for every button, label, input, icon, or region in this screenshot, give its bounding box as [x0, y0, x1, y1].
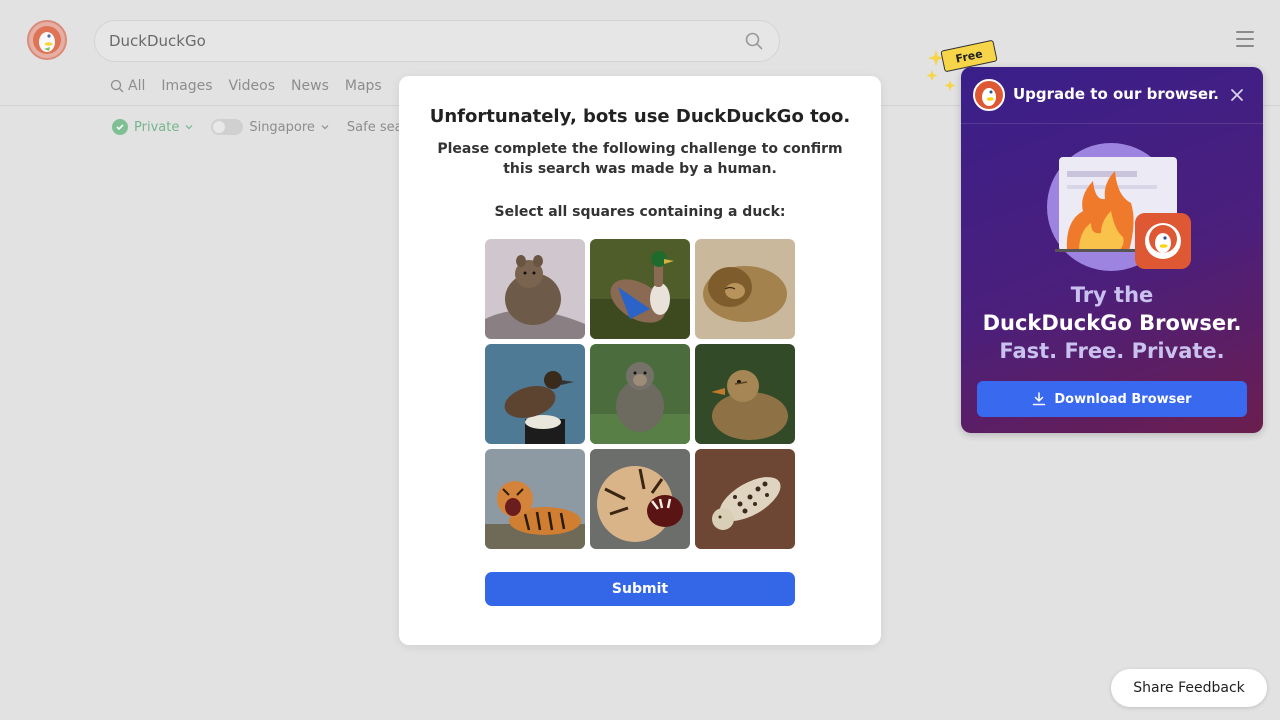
- captcha-title: Unfortunately, bots use DuckDuckGo too.: [429, 106, 851, 127]
- search-tabs: All Images Videos News Maps: [110, 78, 382, 94]
- download-icon: [1033, 392, 1046, 406]
- search-icon[interactable]: [743, 30, 765, 52]
- private-label: Private: [134, 119, 180, 135]
- duckduckgo-logo-icon: [973, 79, 1005, 111]
- captcha-tile-monkey[interactable]: [590, 344, 690, 444]
- captcha-tile-sleeping-lion[interactable]: [695, 239, 795, 339]
- tab-all[interactable]: All: [110, 78, 145, 94]
- captcha-tile-mallard-duck[interactable]: [590, 239, 690, 339]
- hamburger-menu-icon[interactable]: [1236, 31, 1254, 47]
- captcha-tile-duck-on-post[interactable]: [485, 344, 585, 444]
- captcha-tile-leopard[interactable]: [695, 449, 795, 549]
- captcha-tile-yawning-tiger[interactable]: [485, 449, 585, 549]
- duck-logo-icon: [33, 26, 61, 54]
- captcha-tile-roaring-tiger[interactable]: [590, 449, 690, 549]
- search-filters: Private Singapore Safe search: [112, 119, 423, 135]
- close-icon[interactable]: [1227, 85, 1247, 105]
- promo-headline-3: Fast. Free. Private.: [999, 339, 1225, 363]
- promo-headline-2: DuckDuckGo Browser.: [982, 311, 1242, 335]
- submit-button[interactable]: Submit: [485, 572, 795, 606]
- captcha-grid: [485, 239, 795, 549]
- search-icon: [110, 79, 124, 93]
- promo-title: Upgrade to our browser.: [1013, 85, 1219, 103]
- tab-label: News: [291, 78, 329, 94]
- check-circle-icon: [112, 119, 128, 135]
- tab-news[interactable]: News: [291, 78, 329, 94]
- tab-maps[interactable]: Maps: [345, 78, 382, 94]
- chevron-down-icon: [321, 125, 329, 130]
- captcha-modal: Unfortunately, bots use DuckDuckGo too. …: [399, 76, 881, 645]
- private-filter[interactable]: Private: [112, 119, 193, 135]
- tab-images[interactable]: Images: [161, 78, 212, 94]
- browser-promo-panel: Upgrade to our browser. Try the DuckDuck…: [961, 67, 1263, 433]
- captcha-instruction: Select all squares containing a duck:: [494, 204, 786, 220]
- promo-header: Upgrade to our browser.: [961, 67, 1263, 124]
- region-filter[interactable]: Singapore: [211, 119, 329, 135]
- share-feedback-button[interactable]: Share Feedback: [1111, 669, 1267, 707]
- promo-headline-1: Try the: [1070, 283, 1154, 307]
- region-toggle[interactable]: [211, 119, 244, 135]
- search-input[interactable]: DuckDuckGo: [94, 20, 780, 62]
- chevron-down-icon: [185, 125, 193, 130]
- tab-label: All: [128, 78, 146, 94]
- tab-videos[interactable]: Videos: [229, 78, 276, 94]
- captcha-subtitle: Please complete the following challenge …: [437, 141, 843, 177]
- region-label: Singapore: [249, 119, 315, 135]
- download-label: Download Browser: [1054, 391, 1192, 407]
- tab-label: Videos: [228, 78, 276, 94]
- tab-label: Images: [161, 78, 213, 94]
- captcha-tile-rabbit[interactable]: [485, 239, 585, 339]
- download-browser-button[interactable]: Download Browser: [977, 381, 1247, 417]
- search-query-text: DuckDuckGo: [109, 32, 206, 50]
- captcha-tile-duck[interactable]: [695, 344, 795, 444]
- browser-fire-illustration: [1047, 143, 1191, 271]
- duckduckgo-logo[interactable]: [27, 20, 67, 60]
- tab-label: Maps: [344, 78, 382, 94]
